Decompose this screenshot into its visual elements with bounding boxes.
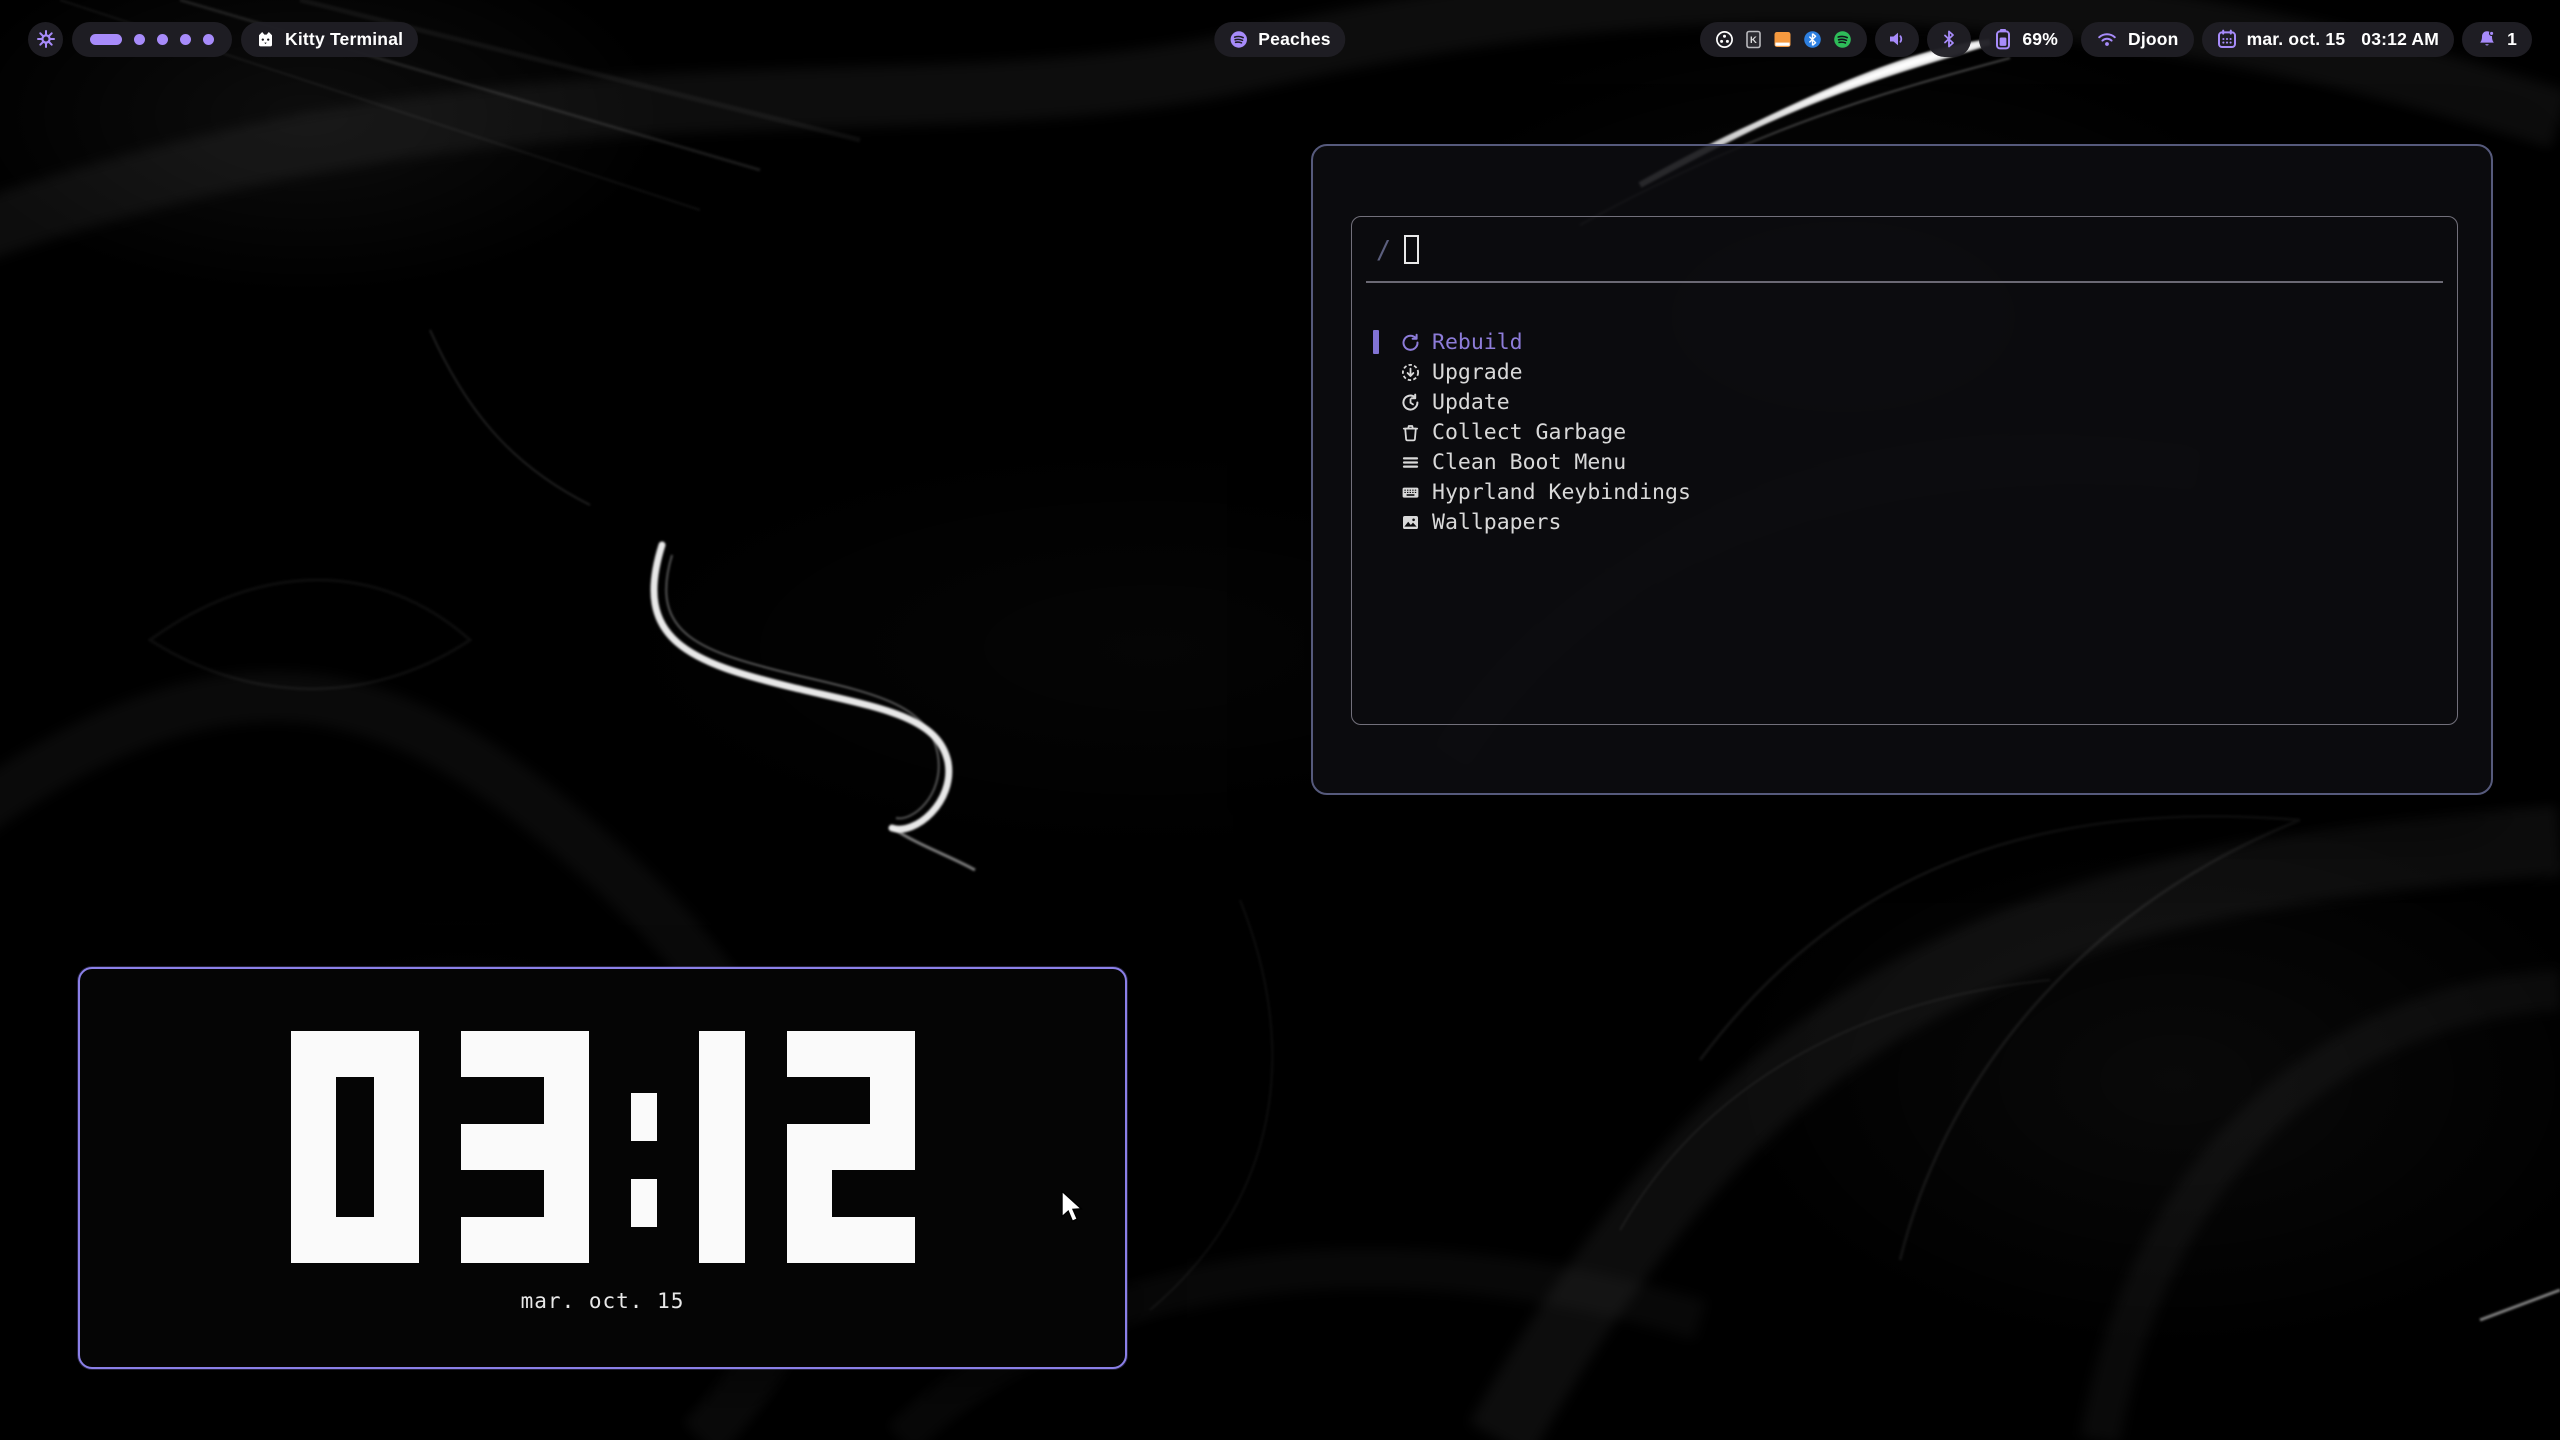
top-bar-right: K <box>1700 22 2532 57</box>
update-icon <box>1401 393 1420 412</box>
launcher-button[interactable] <box>28 22 63 57</box>
launcher-search[interactable]: / <box>1352 217 2457 281</box>
upgrade-icon <box>1401 363 1420 382</box>
system-tray: K <box>1700 22 1867 57</box>
bluetooth-icon <box>1940 30 1958 48</box>
music-icon <box>1229 30 1248 49</box>
menu-item-wallpapers[interactable]: Wallpapers <box>1352 507 2457 537</box>
media-title: Peaches <box>1258 29 1330 50</box>
launcher-window: / Rebuild <box>1351 216 2458 725</box>
keyboard-icon <box>1401 483 1420 502</box>
keepass-icon[interactable]: K <box>1745 30 1762 49</box>
text-cursor <box>1404 235 1419 264</box>
rebuild-icon <box>1401 333 1420 352</box>
workspace-active-pill[interactable] <box>90 34 122 45</box>
network-ssid: Djoon <box>2128 29 2179 50</box>
menu-item-label: Upgrade <box>1432 360 1523 385</box>
menu-item-label: Wallpapers <box>1432 510 1561 535</box>
workspace-dot[interactable] <box>203 34 214 45</box>
clock-digit-0 <box>291 1031 419 1263</box>
battery-icon <box>1994 28 2012 50</box>
menu-item-hyprland-keybindings[interactable]: Hyprland Keybindings <box>1352 477 2457 507</box>
menu-item-collect-garbage[interactable]: Collect Garbage <box>1352 417 2457 447</box>
active-window-title: Kitty Terminal <box>285 29 403 50</box>
image-icon <box>1401 513 1420 532</box>
menu-item-upgrade[interactable]: Upgrade <box>1352 357 2457 387</box>
menu-item-label: Update <box>1432 390 1510 415</box>
bluetooth-badge-icon[interactable] <box>1803 30 1822 49</box>
launcher-menu: Rebuild Upgrade <box>1352 283 2457 537</box>
notification-count: 1 <box>2507 29 2517 50</box>
top-bar-center: Peaches <box>1214 22 1345 57</box>
clock-digit-3 <box>461 1031 589 1263</box>
menu-item-label: Hyprland Keybindings <box>1432 480 1691 505</box>
disc-icon[interactable] <box>1715 30 1734 49</box>
top-bar: Kitty Terminal Peaches <box>0 0 2560 78</box>
datetime-time: 03:12 AM <box>2361 29 2439 50</box>
wifi-icon <box>2096 30 2118 48</box>
menu-item-update[interactable]: Update <box>1352 387 2457 417</box>
menu-item-rebuild[interactable]: Rebuild <box>1352 327 2457 357</box>
media-player-pill[interactable]: Peaches <box>1214 22 1345 57</box>
battery-percent: 69% <box>2022 29 2058 50</box>
clock-digit-2 <box>787 1031 915 1263</box>
clock-widget: mar. oct. 15 <box>78 967 1127 1369</box>
trash-icon <box>1401 423 1420 442</box>
network-pill[interactable]: Djoon <box>2081 22 2194 57</box>
menu-item-label: Collect Garbage <box>1432 420 1626 445</box>
workspace-dot[interactable] <box>134 34 145 45</box>
launcher-panel: / Rebuild <box>1311 144 2493 795</box>
clock-colon <box>631 1031 657 1263</box>
active-window-pill[interactable]: Kitty Terminal <box>241 22 418 57</box>
speaker-icon <box>1887 29 1907 49</box>
workspace-dot[interactable] <box>180 34 191 45</box>
datetime-date: mar. oct. 15 <box>2247 29 2346 50</box>
bell-icon <box>2477 29 2497 49</box>
search-prompt: / <box>1376 235 1391 264</box>
menu-item-clean-boot-menu[interactable]: Clean Boot Menu <box>1352 447 2457 477</box>
datetime-pill[interactable]: mar. oct. 15 03:12 AM <box>2202 22 2455 57</box>
workspace-dot[interactable] <box>157 34 168 45</box>
notifications-pill[interactable]: 1 <box>2462 22 2532 57</box>
clock-time-digits <box>291 1031 915 1263</box>
volume-pill[interactable] <box>1875 22 1919 57</box>
calendar-icon <box>2217 29 2237 49</box>
snowflake-gear-icon <box>36 29 56 49</box>
mouse-cursor <box>1060 1190 1086 1224</box>
bluetooth-pill[interactable] <box>1927 22 1971 57</box>
battery-pill[interactable]: 69% <box>1979 22 2073 57</box>
files-icon[interactable] <box>1773 30 1792 49</box>
list-icon <box>1401 453 1420 472</box>
clock-date: mar. oct. 15 <box>521 1289 685 1313</box>
clock-digit-1 <box>699 1031 745 1263</box>
top-bar-left: Kitty Terminal <box>28 22 418 57</box>
menu-item-label: Clean Boot Menu <box>1432 450 1626 475</box>
cat-icon <box>256 30 275 49</box>
svg-text:K: K <box>1750 35 1757 46</box>
menu-item-label: Rebuild <box>1432 330 1523 355</box>
workspace-indicator[interactable] <box>72 22 232 57</box>
selection-bar <box>1373 330 1379 354</box>
spotify-icon[interactable] <box>1833 30 1852 49</box>
